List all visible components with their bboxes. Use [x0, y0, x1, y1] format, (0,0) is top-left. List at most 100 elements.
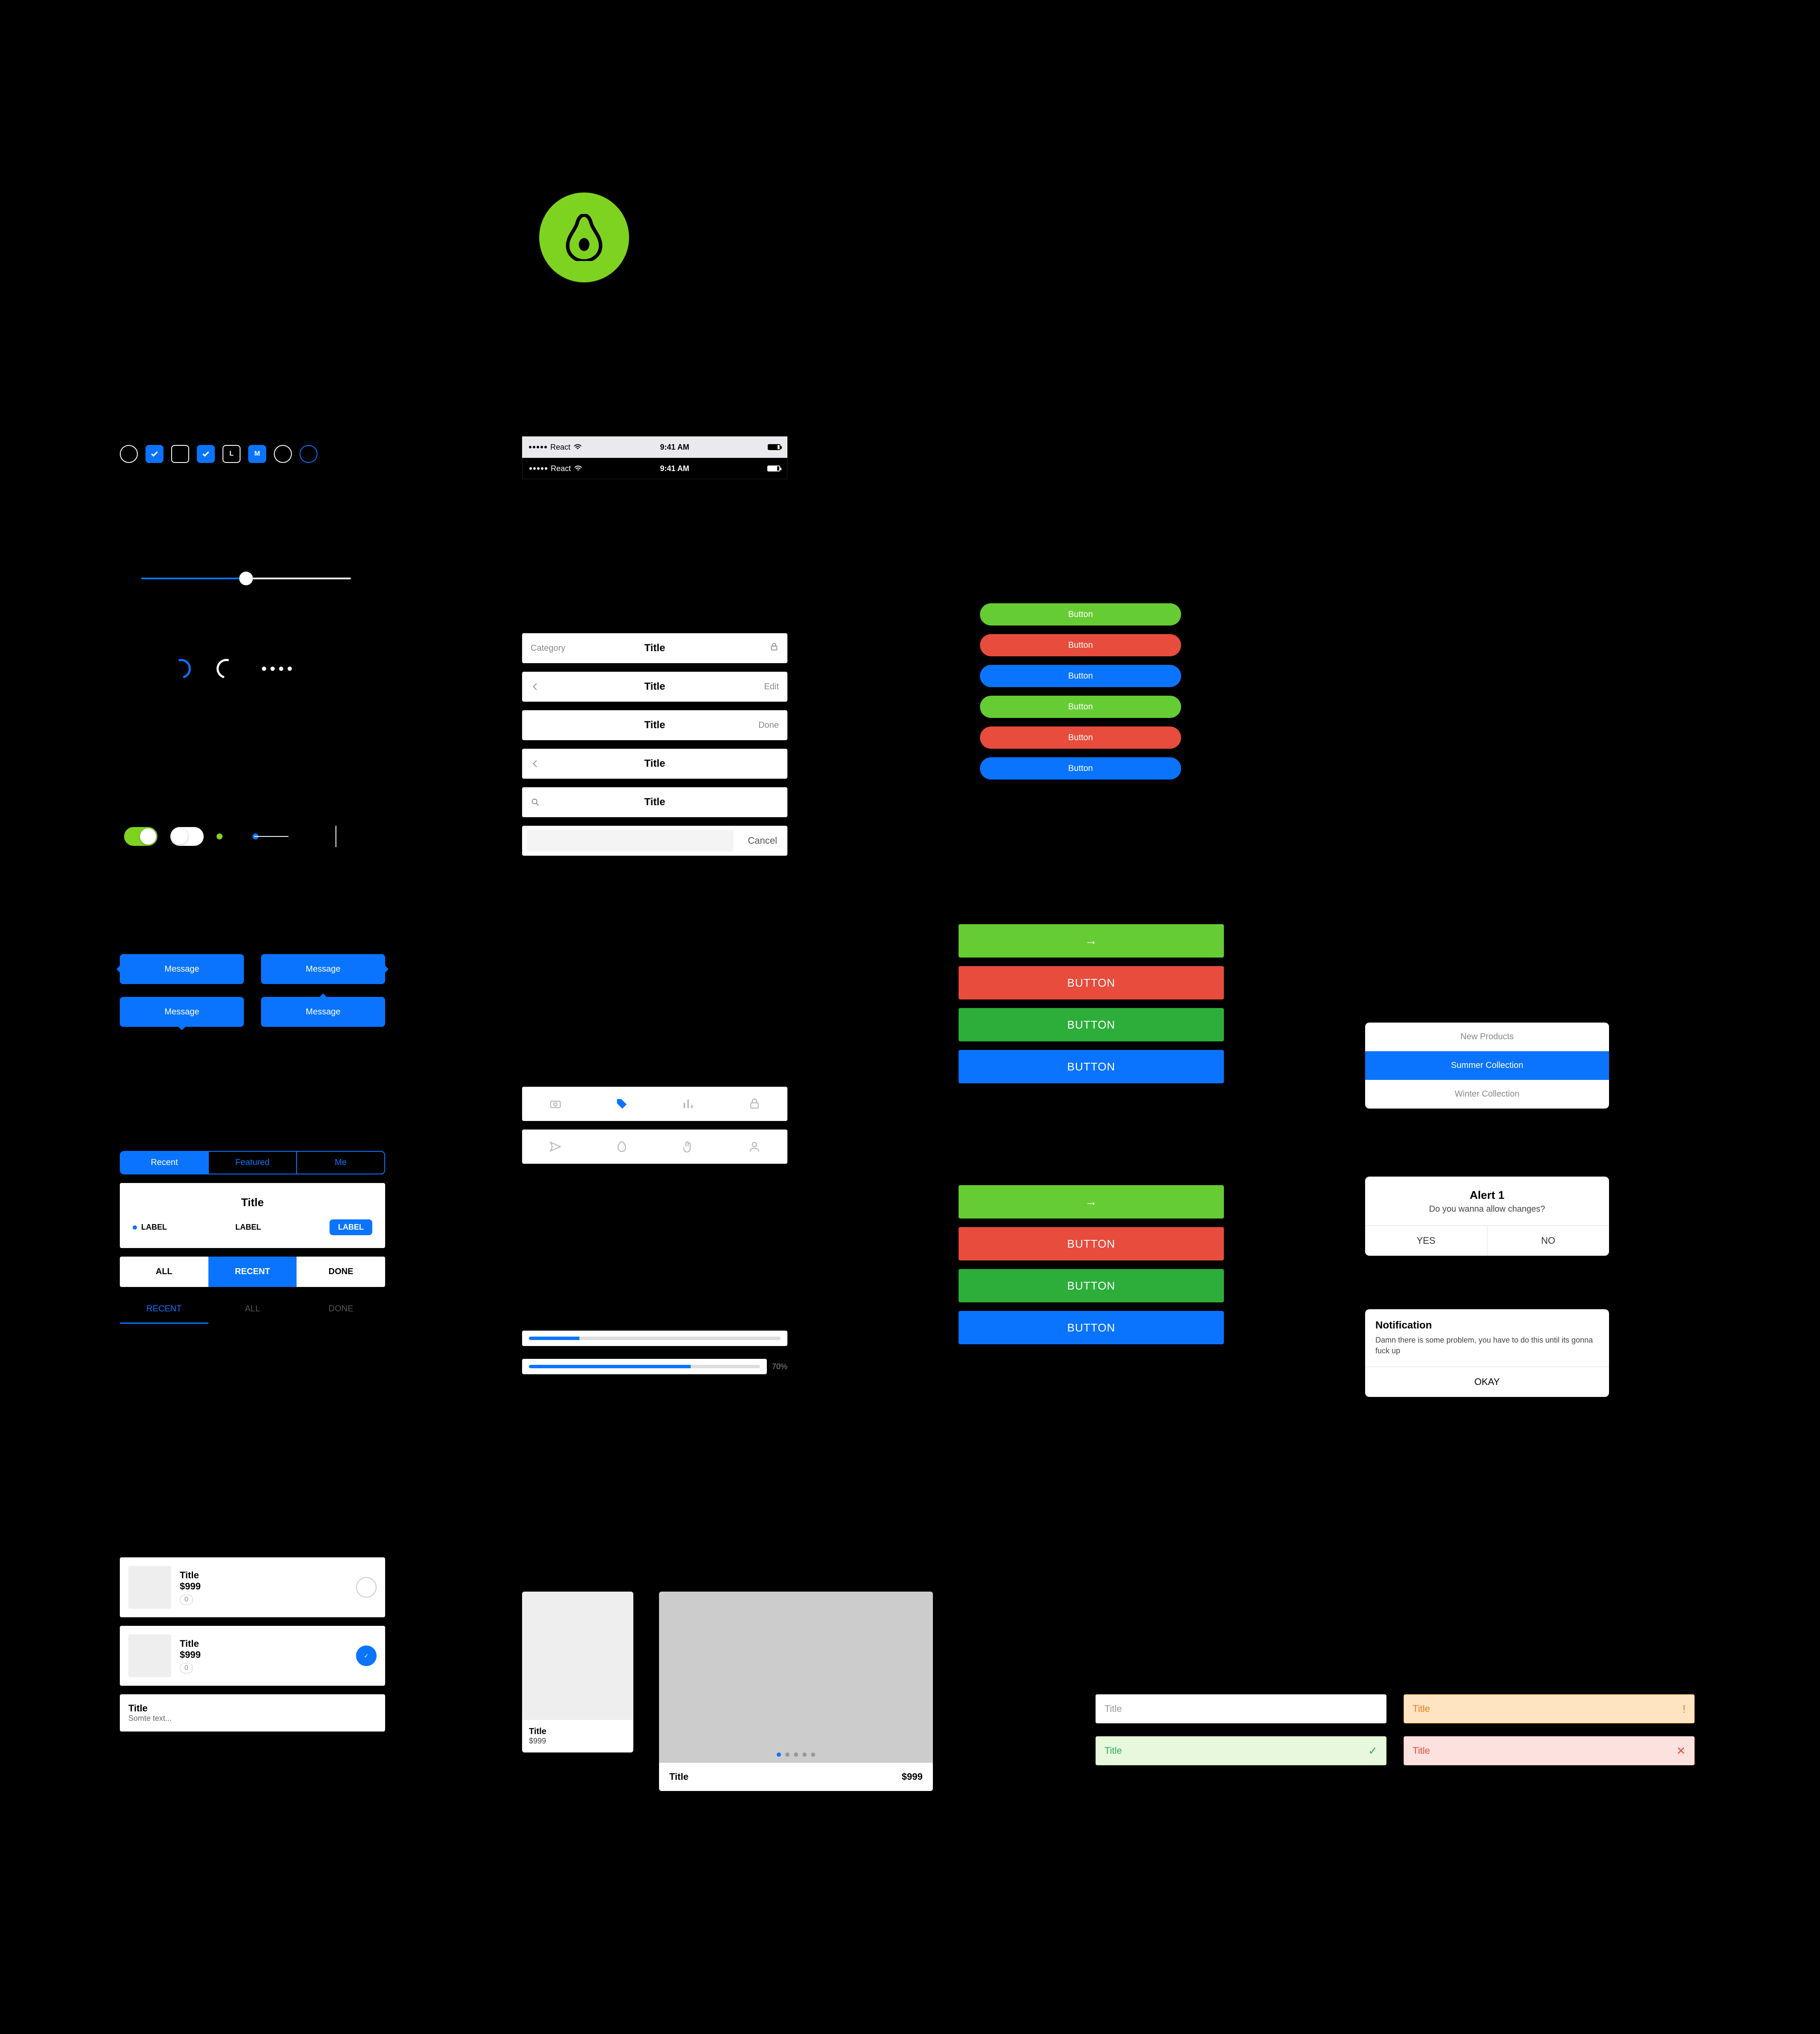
search-input[interactable] — [526, 830, 733, 851]
button-green[interactable]: BUTTON — [959, 1269, 1224, 1302]
tab-bars — [522, 1087, 787, 1164]
list-item-title: Title — [128, 1703, 377, 1714]
input-placeholder: Title — [1413, 1703, 1430, 1714]
equalizer-icon — [682, 1097, 695, 1110]
chip-size-l[interactable]: L — [223, 445, 240, 463]
nav-back-edit: Title Edit — [522, 672, 787, 702]
button-pill-red[interactable]: Button — [980, 726, 1181, 749]
tab-equalizer[interactable] — [655, 1087, 721, 1121]
toggle-off[interactable] — [170, 827, 204, 846]
progress-2: 70% — [522, 1359, 787, 1374]
toggle-on[interactable] — [124, 827, 157, 846]
page-dot[interactable] — [794, 1752, 798, 1757]
product-card[interactable]: Title $999 — [522, 1592, 633, 1752]
page-dot[interactable] — [785, 1752, 790, 1757]
button-pill-blue[interactable]: Button — [980, 665, 1181, 687]
thumbnail — [128, 1634, 171, 1677]
input-warning[interactable]: Title ! — [1404, 1694, 1695, 1723]
slider[interactable] — [141, 578, 351, 579]
chip-square-outline[interactable] — [171, 445, 189, 463]
tooltip-right[interactable]: Message — [261, 954, 385, 984]
label-pill[interactable]: LABEL — [330, 1219, 372, 1235]
check-circle[interactable] — [356, 1577, 377, 1598]
lock-icon — [748, 1097, 761, 1110]
page-dot-active[interactable] — [777, 1752, 781, 1757]
button-pill-red[interactable]: Button — [980, 634, 1181, 656]
check-icon — [202, 450, 210, 458]
button-red[interactable]: BUTTON — [959, 1227, 1224, 1260]
page-dot[interactable] — [802, 1752, 807, 1757]
button-arrow-green[interactable]: → — [959, 924, 1224, 958]
carousel-image[interactable] — [659, 1592, 933, 1763]
tooltip-left[interactable]: Message — [120, 954, 244, 984]
check-icon — [150, 450, 159, 458]
seg-featured[interactable]: Featured — [208, 1152, 296, 1174]
check-circle-on[interactable]: ✓ — [356, 1646, 377, 1666]
input-normal[interactable]: Title — [1096, 1694, 1387, 1723]
list-item[interactable]: Title $999 0 ✓ — [120, 1626, 385, 1686]
button-red[interactable]: BUTTON — [959, 966, 1224, 999]
segmented-filled: ALL RECENT DONE — [120, 1257, 385, 1287]
tab-hand[interactable] — [655, 1130, 721, 1164]
button-pill-blue[interactable]: Button — [980, 757, 1181, 780]
seg-recent[interactable]: Recent — [121, 1152, 208, 1174]
product-price: $999 — [529, 1737, 626, 1746]
popover-item-selected[interactable]: Summer Collection — [1365, 1051, 1609, 1080]
label-dotted[interactable]: LABEL — [133, 1223, 167, 1232]
button-arrow-green[interactable]: → — [959, 1185, 1224, 1219]
chip-checkbox-checked[interactable] — [197, 445, 215, 463]
popover-item[interactable]: Winter Collection — [1365, 1080, 1609, 1109]
button-pill-green[interactable]: Button — [980, 696, 1181, 718]
button-blue[interactable]: BUTTON — [959, 1311, 1224, 1344]
carousel-pager[interactable] — [659, 1752, 933, 1757]
button-pill-green[interactable]: Button — [980, 603, 1181, 626]
tab-egg[interactable] — [588, 1130, 655, 1164]
tab-user[interactable] — [721, 1130, 787, 1164]
list-item[interactable]: Title $999 0 — [120, 1557, 385, 1617]
alert-no[interactable]: NO — [1487, 1226, 1609, 1256]
seg-me[interactable]: Me — [296, 1152, 384, 1174]
tab-send[interactable] — [522, 1130, 588, 1164]
cancel-button[interactable]: Cancel — [738, 826, 787, 856]
chip-circle-outline[interactable] — [274, 445, 292, 463]
utab-done[interactable]: DONE — [297, 1296, 385, 1324]
card-title: Title — [133, 1196, 372, 1209]
chip-size-m[interactable]: M — [248, 445, 266, 463]
slider-fill — [141, 578, 246, 579]
button-blue[interactable]: BUTTON — [959, 1050, 1224, 1083]
tooltip-top[interactable]: Message — [261, 997, 385, 1027]
tooltip-bottom[interactable]: Message — [120, 997, 244, 1027]
arrow-right-icon: → — [1085, 1195, 1098, 1209]
utab-all[interactable]: ALL — [208, 1296, 297, 1324]
label-plain[interactable]: LABEL — [235, 1223, 261, 1232]
tab-camera[interactable] — [522, 1087, 588, 1121]
list-item-price: $999 — [180, 1581, 201, 1592]
list-item-title: Title — [180, 1638, 201, 1649]
seg3-done[interactable]: DONE — [297, 1257, 385, 1287]
tab-lock[interactable] — [721, 1087, 787, 1121]
tab-tag[interactable] — [588, 1087, 655, 1121]
seg3-all[interactable]: ALL — [120, 1257, 208, 1287]
button-green[interactable]: BUTTON — [959, 1008, 1224, 1041]
wifi-icon — [574, 444, 582, 450]
input-success[interactable]: Title ✓ — [1096, 1736, 1387, 1765]
underline-tabs: RECENT ALL DONE — [120, 1296, 385, 1324]
popover-item[interactable]: New Products — [1365, 1023, 1609, 1051]
carousel-card[interactable]: Title $999 — [659, 1592, 933, 1791]
slider-thumb[interactable] — [239, 572, 253, 585]
notification-okay[interactable]: OKAY — [1365, 1367, 1609, 1397]
chip-circle-outline[interactable] — [120, 445, 138, 463]
input-error[interactable]: Title ✕ — [1404, 1736, 1695, 1765]
list-item-subtitle[interactable]: Title Somte text... — [120, 1694, 385, 1732]
notification-card: Notification Damn there is some problem,… — [1365, 1309, 1609, 1397]
divider-horizontal — [254, 836, 288, 837]
nav-title: Title — [522, 719, 787, 731]
alert-yes[interactable]: YES — [1365, 1226, 1487, 1256]
utab-recent[interactable]: RECENT — [120, 1296, 208, 1324]
page-dot[interactable] — [811, 1752, 815, 1757]
seg3-recent[interactable]: RECENT — [208, 1257, 297, 1287]
chip-checkbox-checked[interactable] — [145, 445, 163, 463]
list-item-badge: 0 — [180, 1595, 193, 1605]
notification-title: Notification — [1365, 1309, 1609, 1335]
chip-circle-outline-blue[interactable] — [300, 445, 318, 463]
